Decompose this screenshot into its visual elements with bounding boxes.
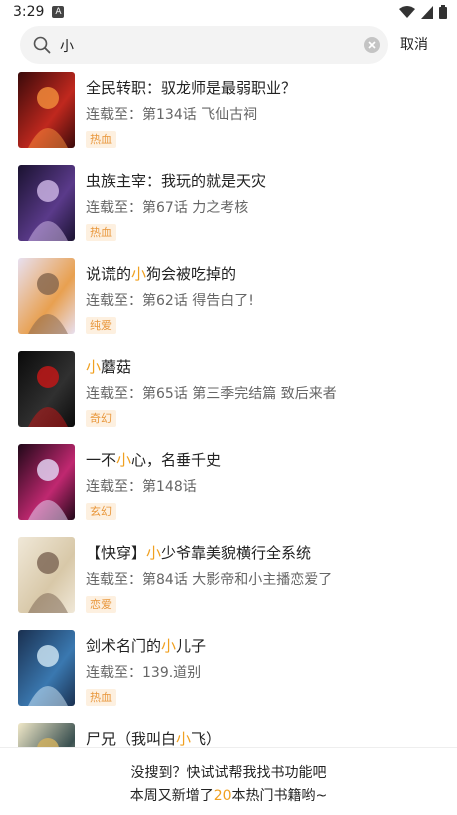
list-item[interactable]: 一不小心，名垂千史 连载至：第148话 玄幻 xyxy=(0,441,457,534)
title-segment: 心，名垂千史 xyxy=(131,451,222,469)
title-keyword-highlight: 小 xyxy=(176,730,192,747)
latest-chapter: 连载至：第62话 得告白了! xyxy=(86,293,254,309)
comic-title: 说谎的小狗会被吃掉的 xyxy=(86,263,236,284)
list-item[interactable]: 【快穿】小少爷靠美貌横行全系统 连载至：第84话 大影帝和小主播恋爱了 恋爱 xyxy=(0,534,457,627)
latest-chapter: 连载至：第65话 第三季完结篇 致后来者 xyxy=(86,386,337,402)
cover-image xyxy=(18,351,75,427)
title-segment: 全民转职：驭龙师是最弱职业？ xyxy=(86,79,297,97)
title-segment: 剑术名门的 xyxy=(86,637,162,655)
comic-title: 一不小心，名垂千史 xyxy=(86,449,221,470)
cover-image xyxy=(18,537,75,613)
genre-tag: 奇幻 xyxy=(86,410,116,427)
title-keyword-highlight: 小 xyxy=(161,637,177,655)
title-segment: 一不 xyxy=(86,451,117,469)
title-keyword-highlight: 小 xyxy=(86,358,102,376)
search-results-list: 全民转职：驭龙师是最弱职业？ 连载至：第134话 飞仙古祠 热血 虫族主宰：我玩… xyxy=(0,66,457,747)
search-box[interactable] xyxy=(20,26,388,64)
new-book-count: 20 xyxy=(213,788,232,804)
cancel-button[interactable]: 取消 xyxy=(400,34,428,54)
latest-chapter: 连载至：第134话 飞仙古祠 xyxy=(86,107,258,123)
search-icon xyxy=(33,36,51,54)
cover-image xyxy=(18,723,75,747)
list-item[interactable]: 剑术名门的小儿子 连载至：139.道别 热血 xyxy=(0,627,457,720)
comic-title: 尸兄（我叫白小飞） xyxy=(86,728,221,747)
title-segment: 蘑菇 xyxy=(101,358,132,376)
title-segment: 狗会被吃掉的 xyxy=(146,265,237,283)
genre-tag: 纯爱 xyxy=(86,317,116,334)
title-keyword-highlight: 小 xyxy=(146,544,162,562)
cover-image xyxy=(18,258,75,334)
search-bar: 取消 xyxy=(0,24,457,66)
help-find-book-footer[interactable]: 没搜到？快试试帮我找书功能吧 本周又新增了20本热门书籍哟~ xyxy=(0,747,457,815)
footer-prefix: 本周又新增了 xyxy=(129,788,214,804)
title-segment: 儿子 xyxy=(176,637,207,655)
title-segment: 少爷靠美貌横行全系统 xyxy=(161,544,312,562)
title-keyword-highlight: 小 xyxy=(131,265,147,283)
title-keyword-highlight: 小 xyxy=(116,451,132,469)
list-item[interactable]: 全民转职：驭龙师是最弱职业？ 连载至：第134话 飞仙古祠 热血 xyxy=(0,69,457,162)
genre-tag: 热血 xyxy=(86,224,116,241)
comic-title: 小蘑菇 xyxy=(86,356,131,377)
comic-title: 剑术名门的小儿子 xyxy=(86,635,206,656)
latest-chapter: 连载至：第84话 大影帝和小主播恋爱了 xyxy=(86,572,333,588)
list-item[interactable]: 尸兄（我叫白小飞） xyxy=(0,720,457,747)
comic-title: 【快穿】小少爷靠美貌横行全系统 xyxy=(86,542,311,563)
genre-tag: 热血 xyxy=(86,689,116,706)
genre-tag: 恋爱 xyxy=(86,596,116,613)
clear-icon[interactable] xyxy=(364,37,380,53)
signal-icon xyxy=(421,5,433,19)
battery-icon xyxy=(439,5,447,19)
footer-prompt: 没搜到？快试试帮我找书功能吧 xyxy=(130,765,327,781)
title-segment: 虫族主宰：我玩的就是天灾 xyxy=(86,172,267,190)
footer-weekly-update: 本周又新增了20本热门书籍哟~ xyxy=(0,785,457,805)
cover-image xyxy=(18,630,75,706)
latest-chapter: 连载至：139.道别 xyxy=(86,665,202,681)
cover-image xyxy=(18,165,75,241)
list-item[interactable]: 虫族主宰：我玩的就是天灾 连载至：第67话 力之考核 热血 xyxy=(0,162,457,255)
wifi-icon xyxy=(399,5,415,18)
genre-tag: 热血 xyxy=(86,131,116,148)
search-input[interactable] xyxy=(58,32,362,60)
title-segment: 飞） xyxy=(191,730,222,747)
genre-tag: 玄幻 xyxy=(86,503,116,520)
latest-chapter: 连载至：第148话 xyxy=(86,479,197,495)
cover-image xyxy=(18,72,75,148)
status-time: 3:29 xyxy=(13,4,45,20)
comic-title: 全民转职：驭龙师是最弱职业？ xyxy=(86,77,296,98)
notification-icon: A xyxy=(52,6,65,18)
footer-suffix: 本热门书籍哟~ xyxy=(231,788,328,804)
status-bar: 3:29 A xyxy=(0,0,457,24)
title-segment: 尸兄（我叫白 xyxy=(86,730,177,747)
title-segment: 【快穿】 xyxy=(86,544,147,562)
title-segment: 说谎的 xyxy=(86,265,132,283)
list-item[interactable]: 小蘑菇 连载至：第65话 第三季完结篇 致后来者 奇幻 xyxy=(0,348,457,441)
status-indicators xyxy=(399,5,447,19)
cover-image xyxy=(18,444,75,520)
list-item[interactable]: 说谎的小狗会被吃掉的 连载至：第62话 得告白了! 纯爱 xyxy=(0,255,457,348)
comic-title: 虫族主宰：我玩的就是天灾 xyxy=(86,170,266,191)
latest-chapter: 连载至：第67话 力之考核 xyxy=(86,200,249,216)
